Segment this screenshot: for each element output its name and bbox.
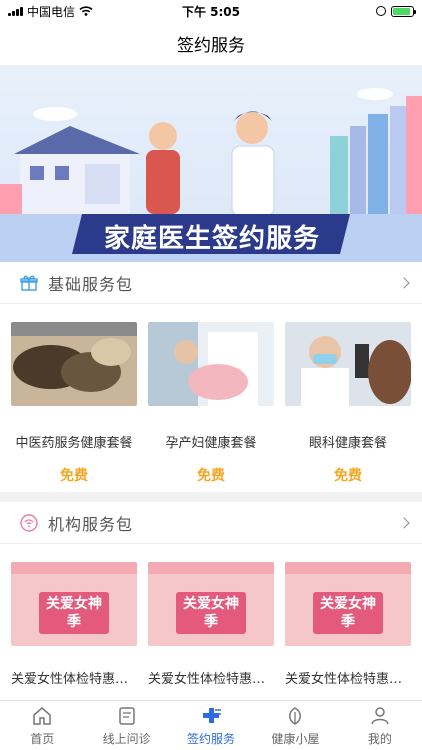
user-icon xyxy=(371,706,389,724)
basic-section-header[interactable]: 基础服务包 xyxy=(0,262,422,304)
signal-icon xyxy=(8,6,23,16)
package-name: 眼科健康套餐 xyxy=(308,436,387,451)
package-name: 孕产妇健康套餐 xyxy=(165,436,257,451)
package-price: 免费 xyxy=(197,468,225,484)
tab-mine[interactable]: 我的 xyxy=(338,701,422,750)
org-section-header[interactable]: 机构服务包 xyxy=(0,502,422,544)
consult-icon xyxy=(118,706,135,725)
package-card-women-checkup[interactable]: 关爱女神季 关爱女性体检特惠套餐 xyxy=(11,562,137,687)
gift-icon xyxy=(20,275,38,291)
tab-health-house[interactable]: 健康小屋 xyxy=(253,701,337,750)
banner-title: 家庭医生签约服务 xyxy=(103,224,320,254)
sign-service-icon xyxy=(203,707,222,723)
package-card-women-checkup[interactable]: 关爱女神季 关爱女性体检特惠套餐 xyxy=(285,562,411,687)
orientation-lock-icon xyxy=(376,6,386,16)
clock: 下午 5:05 xyxy=(181,4,241,19)
leaf-icon xyxy=(289,706,302,725)
package-name: 关爱女性体检特惠套餐 xyxy=(285,672,411,687)
tab-label: 我的 xyxy=(367,731,392,746)
women-poster-image: 关爱女神季 xyxy=(11,562,137,646)
chevron-right-icon[interactable] xyxy=(398,276,410,289)
wifi-icon xyxy=(79,6,93,16)
nav-bar: 签约服务 xyxy=(0,22,422,66)
poster-text: 关爱女神季 xyxy=(313,592,383,634)
package-card-maternal[interactable]: 孕产妇健康套餐 免费 xyxy=(148,322,274,485)
basic-section-title: 基础服务包 xyxy=(48,274,134,294)
women-poster-image: 关爱女神季 xyxy=(285,562,411,646)
battery-icon xyxy=(391,5,416,17)
tab-sign-service[interactable]: 签约服务 xyxy=(169,701,253,750)
carrier-label: 中国电信 xyxy=(27,4,76,19)
tab-bar: 首页 线上问诊 签约服务 健康小屋 我的 xyxy=(0,700,422,750)
package-price: 免费 xyxy=(60,468,88,484)
package-name: 关爱女性体检特惠套餐 xyxy=(148,672,274,687)
page-title: 签约服务 xyxy=(177,36,245,56)
package-card-tcm[interactable]: 中医药服务健康套餐 免费 xyxy=(11,322,137,485)
org-section-title: 机构服务包 xyxy=(48,514,134,534)
tab-home[interactable]: 首页 xyxy=(0,701,84,750)
banner[interactable]: 家庭医生签约服务 xyxy=(0,66,422,262)
tab-label: 健康小屋 xyxy=(271,731,320,746)
package-card-eye[interactable]: 眼科健康套餐 免费 xyxy=(285,322,412,485)
package-name: 中医药服务健康套餐 xyxy=(15,436,133,451)
status-bar: 中国电信 下午 5:05 xyxy=(0,0,422,22)
tab-label: 首页 xyxy=(30,731,55,746)
tab-label: 线上问诊 xyxy=(102,731,151,746)
org-service-section: 机构服务包 关爱女神季 关爱女性体检特惠套餐 关爱女神季 关爱女性体检特惠套餐 … xyxy=(0,502,422,702)
basic-service-section: 基础服务包 中医药服务健康套餐 免费 孕产妇健康套餐 免费 眼科健康套餐 免费 xyxy=(0,262,422,492)
tab-consult[interactable]: 线上问诊 xyxy=(84,701,168,750)
home-icon xyxy=(33,706,51,725)
women-poster-image: 关爱女神季 xyxy=(148,562,274,646)
maternal-image xyxy=(148,322,274,406)
wifi-badge-icon xyxy=(20,513,38,532)
poster-text: 关爱女神季 xyxy=(39,592,109,634)
eye-exam-image xyxy=(285,322,412,406)
package-price: 免费 xyxy=(334,468,362,484)
package-card-women-checkup[interactable]: 关爱女神季 关爱女性体检特惠套餐 xyxy=(148,562,274,687)
tab-label: 签约服务 xyxy=(187,731,236,746)
poster-text: 关爱女神季 xyxy=(176,592,246,634)
tcm-herbs-image xyxy=(11,322,137,406)
chevron-right-icon[interactable] xyxy=(398,516,410,529)
package-name: 关爱女性体检特惠套餐 xyxy=(11,672,137,687)
